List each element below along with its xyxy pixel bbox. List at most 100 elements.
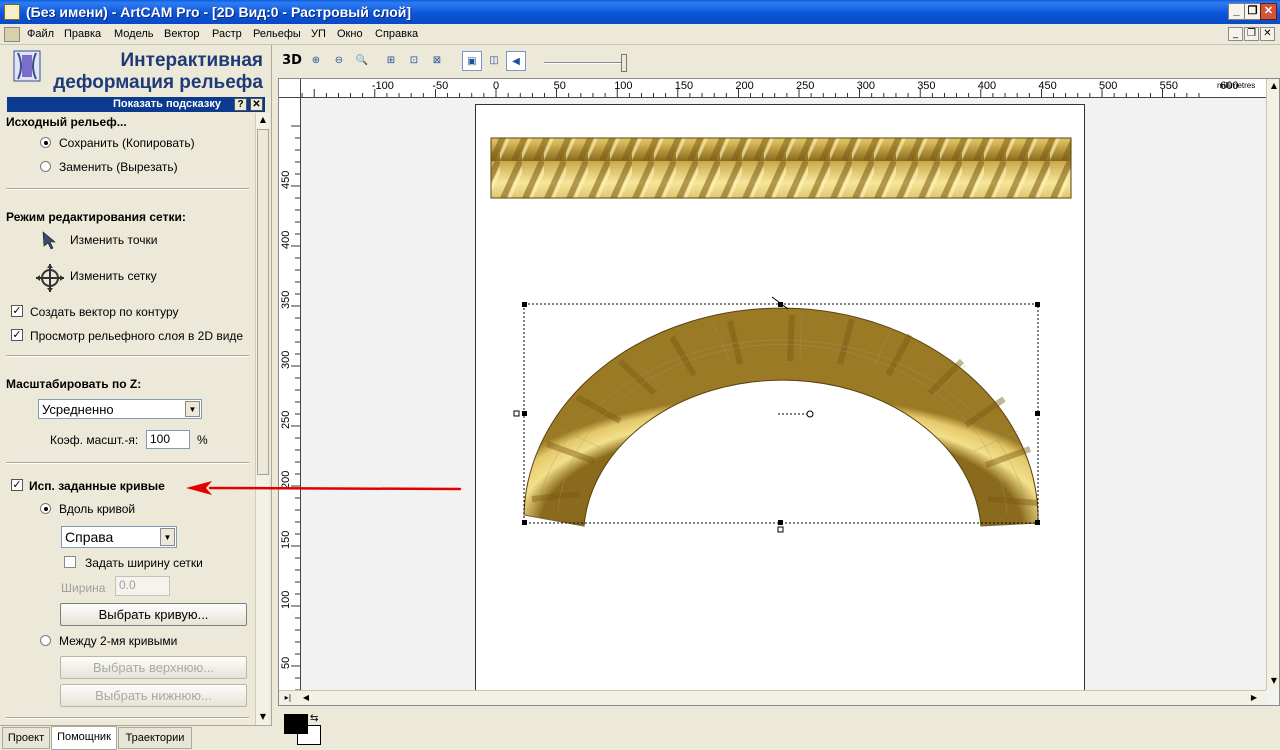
mdi-close-button[interactable]: ✕: [1260, 27, 1275, 41]
menu-file[interactable]: Файл: [27, 28, 54, 40]
set-mesh-width-checkbox[interactable]: [64, 556, 76, 568]
ruler-label: 150: [675, 80, 693, 92]
ruler-unit: millimetres: [1217, 81, 1256, 90]
menu-toolpaths[interactable]: УП: [311, 28, 326, 40]
mdi-minimize-button[interactable]: _: [1228, 27, 1243, 41]
cursor-arrow-icon[interactable]: [40, 230, 60, 250]
separator: [6, 462, 249, 464]
select-curve-button[interactable]: Выбрать кривую...: [60, 603, 247, 626]
close-button[interactable]: ✕: [1260, 3, 1277, 20]
scroll-down-icon[interactable]: ▼: [256, 710, 270, 724]
edit-points-label[interactable]: Изменить точки: [70, 233, 157, 247]
keep-copy-radio[interactable]: [40, 137, 51, 148]
edit-mesh-label[interactable]: Изменить сетку: [70, 269, 157, 283]
rotation-center-icon[interactable]: [806, 410, 814, 418]
create-vector-label[interactable]: Создать вектор по контуру: [30, 305, 179, 319]
panel-title: Интерактивная деформация рельефа: [53, 50, 263, 94]
scroll-down-icon[interactable]: ▼: [1267, 674, 1279, 688]
close-panel-icon[interactable]: ✕: [250, 98, 263, 111]
menu-help[interactable]: Справка: [375, 28, 418, 40]
3d-view-button[interactable]: 3D: [282, 51, 302, 71]
shading-icon[interactable]: ◀: [506, 51, 526, 71]
ruler-label: 50: [554, 80, 566, 92]
source-relief-heading: Исходный рельеф...: [6, 115, 127, 129]
artcam-app-icon[interactable]: [4, 4, 20, 20]
view-vertical-scrollbar[interactable]: ▲ ▼: [1266, 79, 1279, 690]
menu-model[interactable]: Модель: [114, 28, 153, 40]
menu-vector[interactable]: Вектор: [164, 28, 200, 40]
show-hint-link[interactable]: Показать подсказку: [113, 98, 221, 110]
swap-colors-icon[interactable]: ⇆: [310, 713, 318, 724]
menu-bar: Файл Правка Модель Вектор Растр Рельефы …: [0, 24, 1280, 45]
restore-button[interactable]: ❐: [1244, 3, 1261, 20]
zoom-previous-icon[interactable]: 🔍: [352, 51, 372, 71]
use-curves-label[interactable]: Исп. заданные кривые: [29, 479, 165, 493]
window-title: (Без имени) - ArtCAM Pro - [2D Вид:0 - Р…: [26, 4, 412, 20]
zoom-selection-icon[interactable]: ⊠: [427, 51, 447, 71]
preview-relief-label[interactable]: Просмотр рельефного слоя в 2D виде: [30, 329, 243, 343]
straight-rope-relief[interactable]: [490, 137, 1072, 199]
ruler-label: 300: [857, 80, 875, 92]
drawing-canvas[interactable]: [302, 99, 1267, 690]
side-select[interactable]: Справа ▼: [61, 526, 177, 548]
between-curves-label[interactable]: Между 2-мя кривыми: [59, 634, 177, 648]
relief-overlay-icon[interactable]: ▣: [462, 51, 482, 71]
scroll-left-icon[interactable]: ◀: [299, 691, 313, 705]
opacity-slider-track[interactable]: [544, 62, 624, 64]
relief-drawing[interactable]: [302, 99, 1267, 690]
along-curve-radio[interactable]: [40, 503, 51, 514]
arched-rope-relief[interactable]: [523, 307, 1039, 527]
scroll-right-icon[interactable]: ▶: [1247, 691, 1261, 705]
mdi-restore-button[interactable]: ❐: [1244, 27, 1259, 41]
opacity-slider-thumb[interactable]: [621, 54, 627, 72]
zoom-in-icon[interactable]: ⊕: [306, 51, 326, 71]
replace-cut-radio[interactable]: [40, 161, 51, 172]
menu-edit[interactable]: Правка: [64, 28, 101, 40]
zoom-all-icon[interactable]: ⊞: [381, 51, 401, 71]
scroll-thumb[interactable]: [257, 129, 269, 475]
move-mesh-icon[interactable]: [35, 263, 65, 293]
zoom-page-icon[interactable]: ⊡: [404, 51, 424, 71]
separator: [6, 355, 249, 357]
width-input[interactable]: 0.0: [115, 576, 170, 596]
ruler-label: 250: [280, 411, 292, 429]
zoom-out-icon[interactable]: ⊖: [329, 51, 349, 71]
vector-overlay-icon[interactable]: ◫: [484, 51, 504, 71]
select-bottom-curve-button[interactable]: Выбрать нижнюю...: [60, 684, 247, 707]
panel-title-line1: Интерактивная: [120, 50, 263, 71]
vertical-ruler: 450 400 350 300 250 200 150 100 50: [279, 98, 301, 690]
between-curves-radio[interactable]: [40, 635, 51, 646]
chevron-down-icon[interactable]: ▼: [185, 401, 200, 417]
primary-color-swatch[interactable]: [284, 714, 308, 734]
document-icon[interactable]: [4, 27, 20, 42]
ruler-label: 150: [280, 531, 292, 549]
scale-mode-select[interactable]: Усредненно ▼: [38, 399, 202, 419]
panel-tabs: Проект Помощник Траектории: [0, 725, 272, 750]
minimize-button[interactable]: _: [1228, 3, 1245, 20]
chevron-down-icon[interactable]: ▼: [160, 528, 175, 546]
use-curves-checkbox[interactable]: ✓: [11, 479, 23, 491]
select-top-curve-button[interactable]: Выбрать верхнюю...: [60, 656, 247, 679]
scroll-up-icon[interactable]: ▲: [1267, 79, 1279, 93]
tab-toolpaths[interactable]: Траектории: [118, 727, 192, 749]
along-curve-label[interactable]: Вдоль кривой: [59, 502, 135, 516]
keep-copy-label[interactable]: Сохранить (Копировать): [59, 136, 195, 150]
annotation-arrow-icon: [186, 481, 462, 495]
tab-project[interactable]: Проект: [2, 727, 50, 749]
help-icon[interactable]: ?: [234, 98, 247, 111]
replace-cut-label[interactable]: Заменить (Вырезать): [59, 160, 178, 174]
menu-window[interactable]: Окно: [337, 28, 363, 40]
preview-relief-checkbox[interactable]: ✓: [11, 329, 23, 341]
tab-assistant[interactable]: Помощник: [51, 726, 117, 750]
create-vector-checkbox[interactable]: ✓: [11, 305, 23, 317]
menu-raster[interactable]: Растр: [212, 28, 242, 40]
view-horizontal-scrollbar[interactable]: ▸| ◀ ▶: [279, 690, 1266, 705]
panel-scrollbar[interactable]: ▲ ▼: [255, 113, 269, 725]
menu-reliefs[interactable]: Рельефы: [253, 28, 301, 40]
ruler-label: 500: [1099, 80, 1117, 92]
scroll-up-icon[interactable]: ▲: [256, 113, 270, 127]
vertical-ruler-ticks: 45040035030025020015010050: [280, 125, 300, 690]
split-view-icon[interactable]: ▸|: [281, 691, 295, 705]
scale-coef-input[interactable]: 100: [146, 430, 190, 449]
set-mesh-width-label[interactable]: Задать ширину сетки: [85, 556, 203, 570]
